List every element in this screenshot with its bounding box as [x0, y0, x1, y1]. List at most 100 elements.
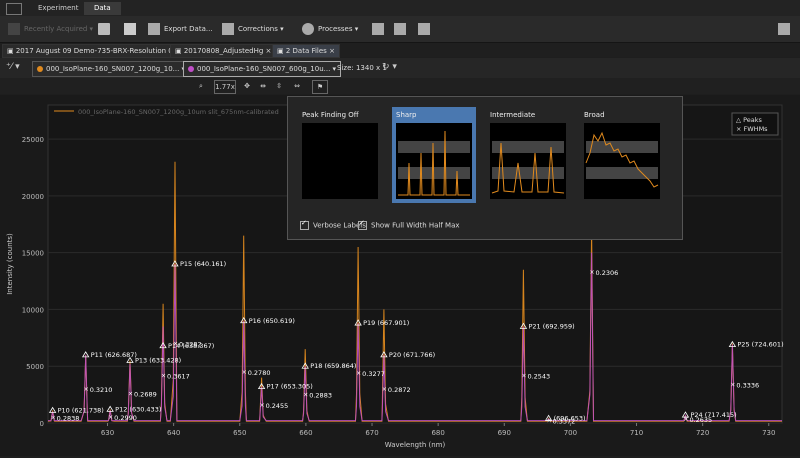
import-icon [418, 23, 430, 35]
export-icon [148, 23, 160, 35]
tab-data[interactable]: Data [84, 2, 121, 15]
peak-label: P25 (724.601) [737, 341, 783, 349]
fwhm-label: Show Full Width Half Max [371, 221, 460, 230]
fwhm-marker: × [356, 370, 361, 377]
x-axis-label: Wavelength (nm) [385, 441, 446, 449]
x-tick-label: 710 [630, 429, 643, 437]
ribbon: Recently Acquired ▾ Export Data... Corre… [0, 16, 800, 43]
fwhm-label: 0.3277 [362, 370, 385, 378]
peak-finding-popup: Peak Finding Off Sharp Intermediate Broa… [287, 96, 683, 240]
y-axis-label: Intensity (counts) [6, 233, 14, 295]
open-folder-button[interactable] [98, 20, 114, 38]
fit-both-icon[interactable]: ✥ [240, 80, 254, 92]
peak-label: (696.653) [554, 414, 586, 422]
recent-icon [8, 23, 20, 35]
peak-option-off[interactable]: Peak Finding Off [298, 107, 382, 203]
peak-label: P17 (653.305) [267, 383, 313, 391]
doc-tab-2[interactable]: ▣ 20170808_AdjustedHg × [170, 44, 277, 58]
sharp-preview [398, 130, 470, 196]
fwhm-marker: × [303, 392, 308, 399]
fwhm-label: 0.3617 [167, 372, 190, 380]
doc-tab-1[interactable]: ▣ 2017 August 09 Demo-735-BRX-Resolution… [2, 44, 183, 58]
x-tick-label: 700 [564, 429, 577, 437]
peak-option-broad-thumb [584, 123, 660, 199]
peak-finder-icon[interactable]: ⚑ [312, 80, 328, 94]
peak-option-off-label: Peak Finding Off [302, 111, 359, 119]
recently-acquired-button[interactable]: Recently Acquired ▾ [8, 20, 93, 38]
size-label: Size: 1340 x 1 [337, 64, 387, 72]
x-tick-label: 630 [101, 429, 114, 437]
close-icon[interactable]: × [329, 47, 335, 55]
peak-option-sharp-label: Sharp [396, 111, 417, 119]
fwhm-marker: × [51, 414, 56, 421]
peak-option-off-thumb [302, 123, 378, 199]
peak-label: P24 (717.415) [690, 411, 736, 419]
peak-option-sharp[interactable]: Sharp [392, 107, 476, 203]
close-icon[interactable]: × [266, 47, 272, 55]
doc-tab-3[interactable]: ▣ 2 Data Files × [272, 44, 340, 58]
add-data-icon[interactable]: ⁺⁄ ▾ [6, 62, 20, 72]
y-tick-label: 5000 [26, 363, 44, 371]
data-file-1-label: 000_IsoPlane-160_SN007_1200g_10... [46, 65, 180, 73]
peak-label: P18 (659.864) [310, 362, 356, 370]
fwhm-label: 0.2543 [527, 372, 550, 380]
peak-label: P13 (633.428) [135, 357, 181, 365]
document-tabs: ▣ 2017 August 09 Demo-735-BRX-Resolution… [0, 43, 800, 58]
checkbox-box [358, 219, 367, 230]
fwhm-marker: × [521, 372, 526, 379]
app-menu-icon[interactable] [6, 3, 22, 15]
series-color-dot [37, 66, 43, 72]
save-icon [124, 23, 136, 35]
doc-tab-1-label: 2017 August 09 Demo-735-BRX-Resolution 0… [15, 47, 178, 55]
fwhm-marker: × [161, 372, 166, 379]
gears-icon [302, 23, 314, 35]
doc-tab-3-label: 2 Data Files [285, 47, 327, 55]
tab-experiment[interactable]: Experiment [28, 2, 88, 15]
zoom-level[interactable]: 1.77x [214, 80, 236, 94]
import-button[interactable] [418, 20, 434, 38]
verbose-labels-checkbox[interactable]: Verbose Labels [300, 219, 366, 230]
menu-bar: Experiment Data [0, 0, 800, 16]
fwhm-marker: × [260, 402, 265, 409]
x-tick-label: 660 [299, 429, 312, 437]
fwhm-marker: × [382, 386, 387, 393]
y-tick-label: 20000 [22, 193, 44, 201]
peak-label: P15 (640.161) [180, 260, 226, 268]
peak-label: P21 (692.959) [528, 322, 574, 330]
fwhm-label: 0.3210 [90, 386, 113, 394]
fwhm-label: 0.2990 [114, 414, 137, 422]
fwhm-label: 0.2455 [266, 402, 289, 410]
export-data-button[interactable]: Export Data... [148, 20, 213, 38]
monitor-icon [778, 23, 790, 35]
save-button[interactable] [124, 20, 140, 38]
fit-vertical-icon[interactable]: ⇳ [272, 80, 286, 92]
x-tick-label: 730 [762, 429, 775, 437]
y-tick-label: 10000 [22, 306, 44, 314]
layout-icon [372, 23, 384, 35]
fwhm-checkbox[interactable]: Show Full Width Half Max [358, 219, 460, 230]
checkbox-box [300, 219, 309, 230]
x-tick-label: 640 [167, 429, 180, 437]
fwhm-label: 0.2838 [57, 414, 80, 422]
documents-button[interactable] [394, 20, 410, 38]
data-file-1[interactable]: 000_IsoPlane-160_SN007_1200g_10... ▾ [32, 61, 191, 77]
fwhm-marker: × [84, 386, 89, 393]
data-file-2[interactable]: 000_IsoPlane-160_SN007_600g_10u... ▾ [183, 61, 342, 77]
display-button[interactable] [778, 20, 794, 38]
x-tick-label: 670 [365, 429, 378, 437]
peak-option-broad[interactable]: Broad [580, 107, 664, 203]
y-tick-label: 25000 [22, 136, 44, 144]
fit-horizontal-icon[interactable]: ⇹ [256, 80, 270, 92]
peak-option-intermediate[interactable]: Intermediate [486, 107, 570, 203]
export-label: Export Data... [164, 25, 213, 33]
corrections-button[interactable]: Corrections ▾ [222, 20, 284, 38]
legend-entry: 000_IsoPlane-160_SN007_1200g_10um slit_6… [78, 108, 279, 116]
zoom-icon[interactable]: ⌕ [194, 80, 208, 92]
series-color-dot [188, 66, 194, 72]
peak-label: P16 (650.619) [249, 317, 295, 325]
fit-all-icon[interactable]: ⇔ [290, 80, 304, 92]
refresh-icon[interactable]: ↻ ▾ [382, 62, 397, 72]
x-tick-label: 690 [498, 429, 511, 437]
layout-button[interactable] [372, 20, 388, 38]
processes-button[interactable]: Processes ▾ [302, 20, 358, 38]
